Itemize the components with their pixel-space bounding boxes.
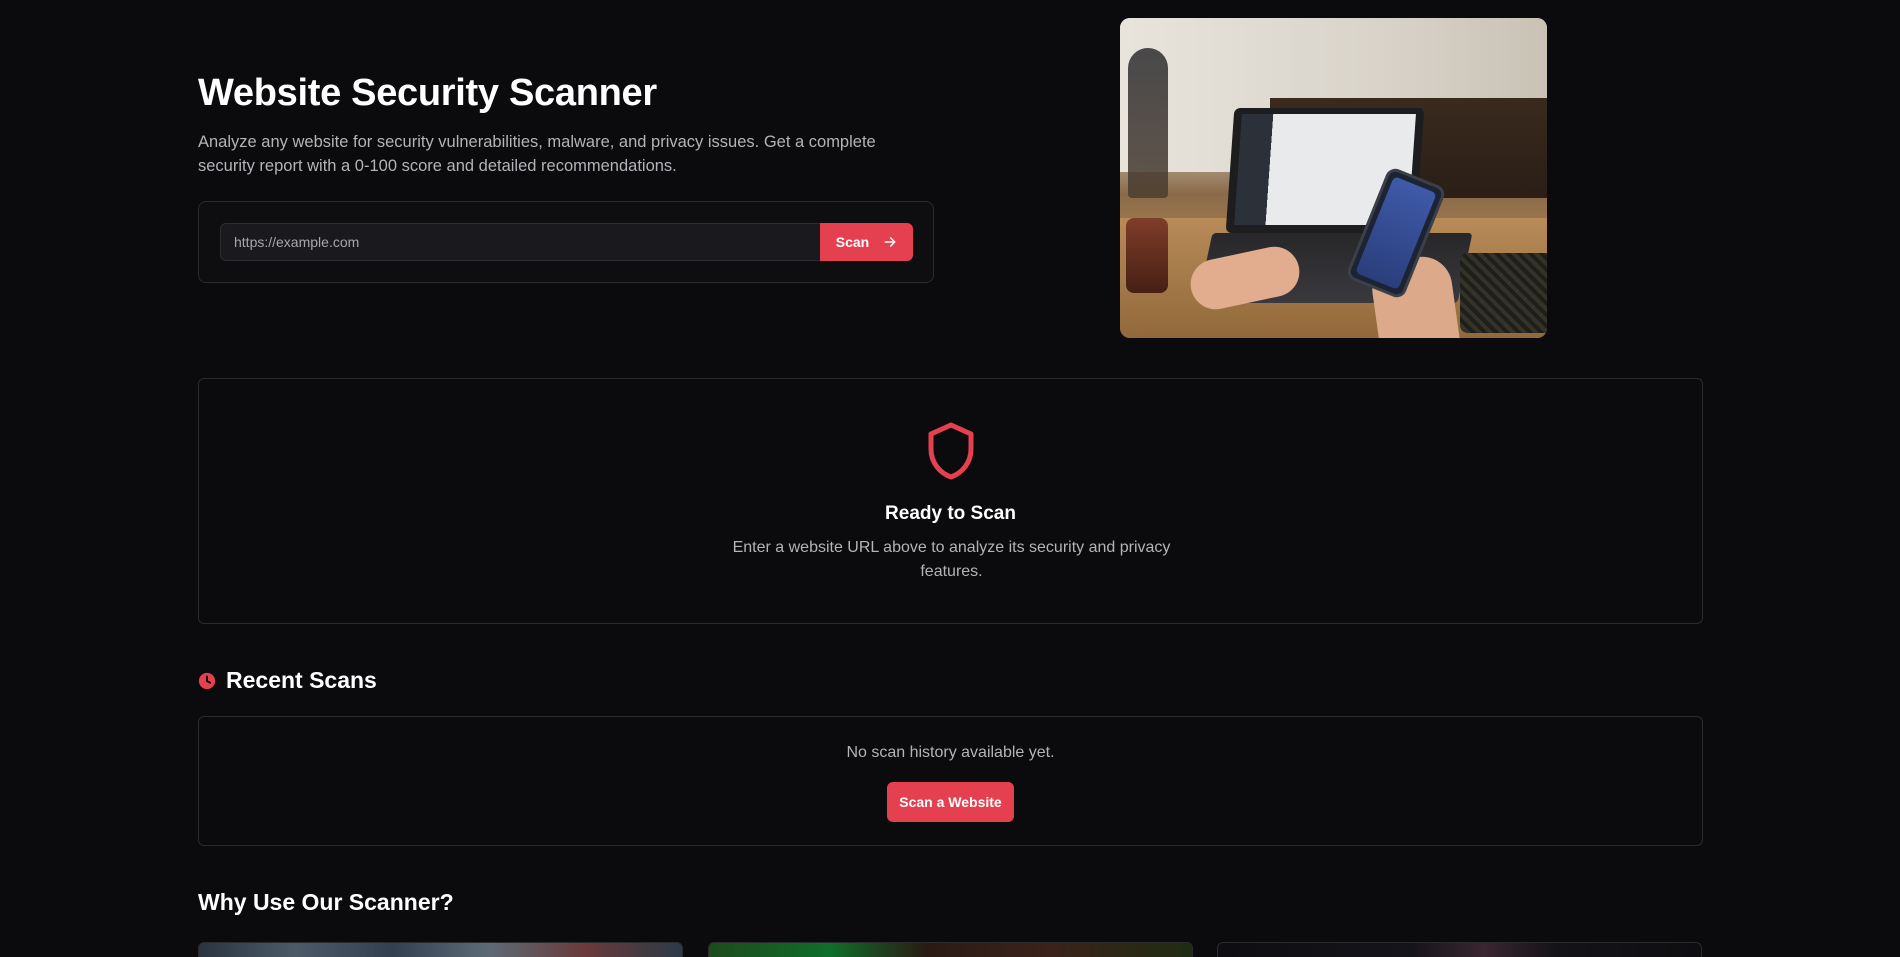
feature-card — [198, 942, 683, 957]
shield-icon — [928, 422, 974, 480]
arrow-right-icon — [884, 237, 896, 247]
scan-button-label: Scan — [835, 234, 870, 250]
recent-scans-title: Recent Scans — [226, 667, 377, 693]
feature-card — [1217, 942, 1702, 957]
empty-history-text: No scan history available yet. — [846, 744, 1055, 761]
ready-panel: Ready to Scan Enter a website URL above … — [198, 378, 1703, 624]
hero-description: Analyze any website for security vulnera… — [198, 133, 876, 175]
recent-scans-panel: No scan history available yet. Scan a We… — [198, 716, 1703, 846]
scan-form: Scan — [198, 201, 934, 283]
clock-icon — [198, 672, 216, 689]
page: Website Security Scanner Analyze any web… — [0, 0, 1900, 957]
scan-website-button[interactable]: Scan a Website — [887, 782, 1014, 822]
recent-scans-header: Recent Scans — [198, 667, 377, 694]
ready-description: Enter a website URL above to analyze its… — [732, 539, 1171, 580]
feature-card — [708, 942, 1193, 957]
why-section-title: Why Use Our Scanner? — [198, 889, 454, 915]
page-title: Website Security Scanner — [198, 72, 657, 114]
hero-image — [1120, 18, 1547, 338]
url-input[interactable] — [220, 223, 822, 261]
ready-title: Ready to Scan — [885, 503, 1016, 524]
scan-button[interactable]: Scan — [820, 223, 913, 261]
